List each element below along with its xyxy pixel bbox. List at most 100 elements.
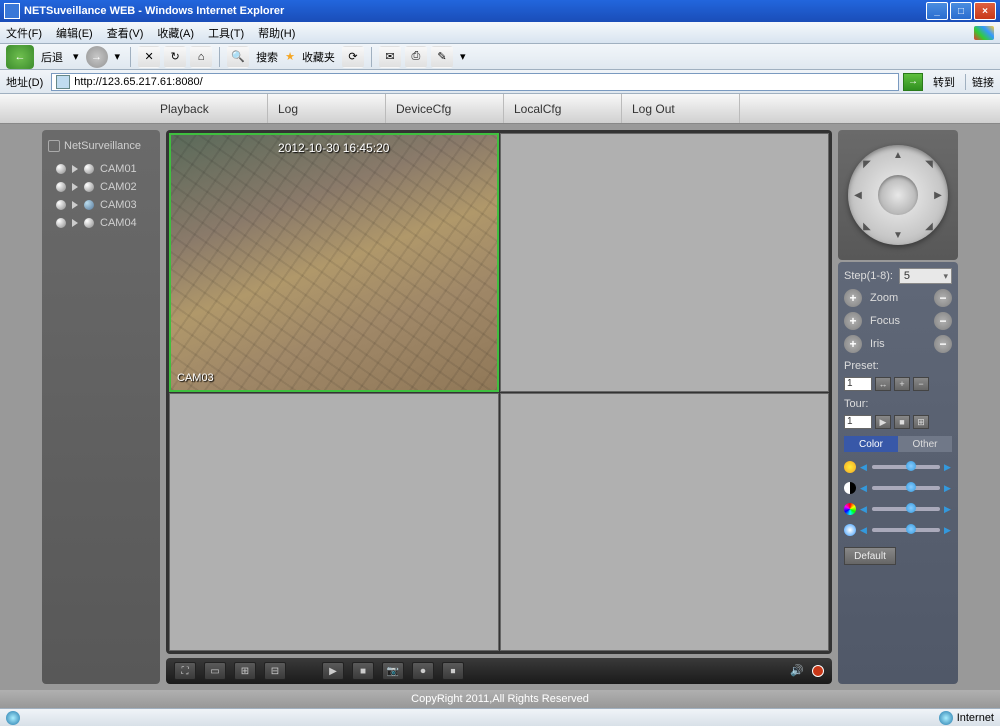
color-tab[interactable]: Color bbox=[844, 436, 898, 452]
brightness-down-button[interactable]: ◀ bbox=[860, 462, 868, 473]
menu-edit[interactable]: 编辑(E) bbox=[56, 25, 93, 41]
minimize-button[interactable]: _ bbox=[926, 2, 948, 20]
print-button[interactable]: ⎙ bbox=[405, 46, 427, 68]
links-menu[interactable]: 链接 bbox=[965, 74, 994, 90]
saturation-slider[interactable] bbox=[872, 528, 940, 532]
favorites-icon[interactable]: ★ bbox=[285, 50, 295, 63]
tab-playback[interactable]: Playback bbox=[150, 94, 268, 123]
maximize-button[interactable]: □ bbox=[950, 2, 972, 20]
camera-row-4[interactable]: CAM04 bbox=[48, 214, 154, 232]
preset-del-button[interactable]: − bbox=[913, 377, 929, 391]
tour-edit-button[interactable]: ⊞ bbox=[913, 415, 929, 429]
edit-dropdown-icon[interactable]: ▾ bbox=[460, 50, 466, 63]
ptz-down-button[interactable]: ▼ bbox=[893, 230, 903, 240]
back-label[interactable]: 后退 bbox=[41, 49, 63, 65]
menu-tools[interactable]: 工具(T) bbox=[208, 25, 244, 41]
ptz-left-button[interactable]: ◀ bbox=[853, 190, 863, 200]
tour-play-button[interactable]: ▶ bbox=[875, 415, 891, 429]
go-label[interactable]: 转到 bbox=[933, 74, 955, 90]
sound-icon[interactable]: 🔊 bbox=[790, 664, 804, 678]
refresh-button[interactable]: ↻ bbox=[164, 46, 186, 68]
status-dot-icon[interactable] bbox=[84, 218, 94, 228]
brightness-up-button[interactable]: ▶ bbox=[944, 462, 952, 473]
ptz-upleft-button[interactable]: ◤ bbox=[862, 159, 872, 169]
favorites-label[interactable]: 收藏夹 bbox=[302, 49, 335, 65]
preset-add-button[interactable]: + bbox=[894, 377, 910, 391]
camera-row-2[interactable]: CAM02 bbox=[48, 178, 154, 196]
default-button[interactable]: Default bbox=[844, 547, 896, 565]
record-dot-icon[interactable] bbox=[56, 200, 66, 210]
edit-button[interactable]: ✎ bbox=[431, 46, 453, 68]
tab-log[interactable]: Log bbox=[268, 94, 386, 123]
focus-out-button[interactable]: − bbox=[934, 312, 952, 330]
snapshot-button[interactable]: 📷 bbox=[382, 662, 404, 680]
disconnect-all-button[interactable]: ■ bbox=[352, 662, 374, 680]
tab-localcfg[interactable]: LocalCfg bbox=[504, 94, 622, 123]
video-cell-3[interactable] bbox=[169, 393, 499, 652]
ptz-center-button[interactable] bbox=[878, 175, 918, 215]
status-dot-icon[interactable] bbox=[84, 200, 94, 210]
mail-button[interactable]: ✉ bbox=[379, 46, 401, 68]
record-dot-icon[interactable] bbox=[56, 218, 66, 228]
video-cell-4[interactable] bbox=[500, 393, 830, 652]
zoom-in-button[interactable]: + bbox=[844, 289, 862, 307]
menu-help[interactable]: 帮助(H) bbox=[258, 25, 295, 41]
video-cell-1[interactable]: 2012-10-30 16:45:20 CAM03 bbox=[169, 133, 499, 392]
saturation-up-button[interactable]: ▶ bbox=[944, 525, 952, 536]
back-button[interactable]: ← bbox=[6, 45, 34, 69]
camera-row-1[interactable]: CAM01 bbox=[48, 160, 154, 178]
iris-close-button[interactable]: − bbox=[934, 335, 952, 353]
preset-input[interactable]: 1 bbox=[844, 377, 872, 391]
menu-favorites[interactable]: 收藏(A) bbox=[157, 25, 194, 41]
stop-record-button[interactable]: ⏹ bbox=[442, 662, 464, 680]
ptz-up-button[interactable]: ▲ bbox=[893, 150, 903, 160]
preset-goto-button[interactable]: ↔ bbox=[875, 377, 891, 391]
close-button[interactable]: × bbox=[974, 2, 996, 20]
status-dot-icon[interactable] bbox=[84, 182, 94, 192]
contrast-down-button[interactable]: ◀ bbox=[860, 483, 868, 494]
layout-1-button[interactable]: ▭ bbox=[204, 662, 226, 680]
hue-slider[interactable] bbox=[872, 507, 940, 511]
focus-in-button[interactable]: + bbox=[844, 312, 862, 330]
back-dropdown-icon[interactable]: ▾ bbox=[73, 50, 79, 63]
step-select[interactable]: 5 bbox=[899, 268, 952, 284]
contrast-slider[interactable] bbox=[872, 486, 940, 490]
ptz-downright-button[interactable]: ◢ bbox=[924, 221, 934, 231]
play-icon[interactable] bbox=[72, 201, 78, 209]
layout-4-button[interactable]: ⊞ bbox=[234, 662, 256, 680]
address-input[interactable]: http://123.65.217.61:8080/ bbox=[51, 73, 899, 91]
tour-input[interactable]: 1 bbox=[844, 415, 872, 429]
search-label[interactable]: 搜索 bbox=[256, 49, 278, 65]
other-tab[interactable]: Other bbox=[898, 436, 952, 452]
go-button[interactable]: → bbox=[903, 73, 923, 91]
history-button[interactable]: ⟳ bbox=[342, 46, 364, 68]
play-icon[interactable] bbox=[72, 219, 78, 227]
contrast-up-button[interactable]: ▶ bbox=[944, 483, 952, 494]
connect-all-button[interactable]: ▶ bbox=[322, 662, 344, 680]
brightness-slider[interactable] bbox=[872, 465, 940, 469]
ptz-upright-button[interactable]: ◥ bbox=[924, 159, 934, 169]
menu-view[interactable]: 查看(V) bbox=[107, 25, 144, 41]
tab-logout[interactable]: Log Out bbox=[622, 94, 740, 123]
layout-9-button[interactable]: ⊟ bbox=[264, 662, 286, 680]
menu-file[interactable]: 文件(F) bbox=[6, 25, 42, 41]
record-dot-icon[interactable] bbox=[56, 164, 66, 174]
play-icon[interactable] bbox=[72, 165, 78, 173]
hue-up-button[interactable]: ▶ bbox=[944, 504, 952, 515]
mute-icon[interactable] bbox=[812, 665, 824, 677]
ptz-right-button[interactable]: ▶ bbox=[933, 190, 943, 200]
zoom-out-button[interactable]: − bbox=[934, 289, 952, 307]
hue-down-button[interactable]: ◀ bbox=[860, 504, 868, 515]
iris-open-button[interactable]: + bbox=[844, 335, 862, 353]
home-button[interactable]: ⌂ bbox=[190, 46, 212, 68]
tour-stop-button[interactable]: ■ bbox=[894, 415, 910, 429]
status-dot-icon[interactable] bbox=[84, 164, 94, 174]
forward-button[interactable]: → bbox=[86, 46, 108, 68]
saturation-down-button[interactable]: ◀ bbox=[860, 525, 868, 536]
play-icon[interactable] bbox=[72, 183, 78, 191]
tab-devicecfg[interactable]: DeviceCfg bbox=[386, 94, 504, 123]
video-cell-2[interactable] bbox=[500, 133, 830, 392]
fullscreen-button[interactable]: ⛶ bbox=[174, 662, 196, 680]
camera-row-3[interactable]: CAM03 bbox=[48, 196, 154, 214]
ptz-downleft-button[interactable]: ◣ bbox=[862, 221, 872, 231]
